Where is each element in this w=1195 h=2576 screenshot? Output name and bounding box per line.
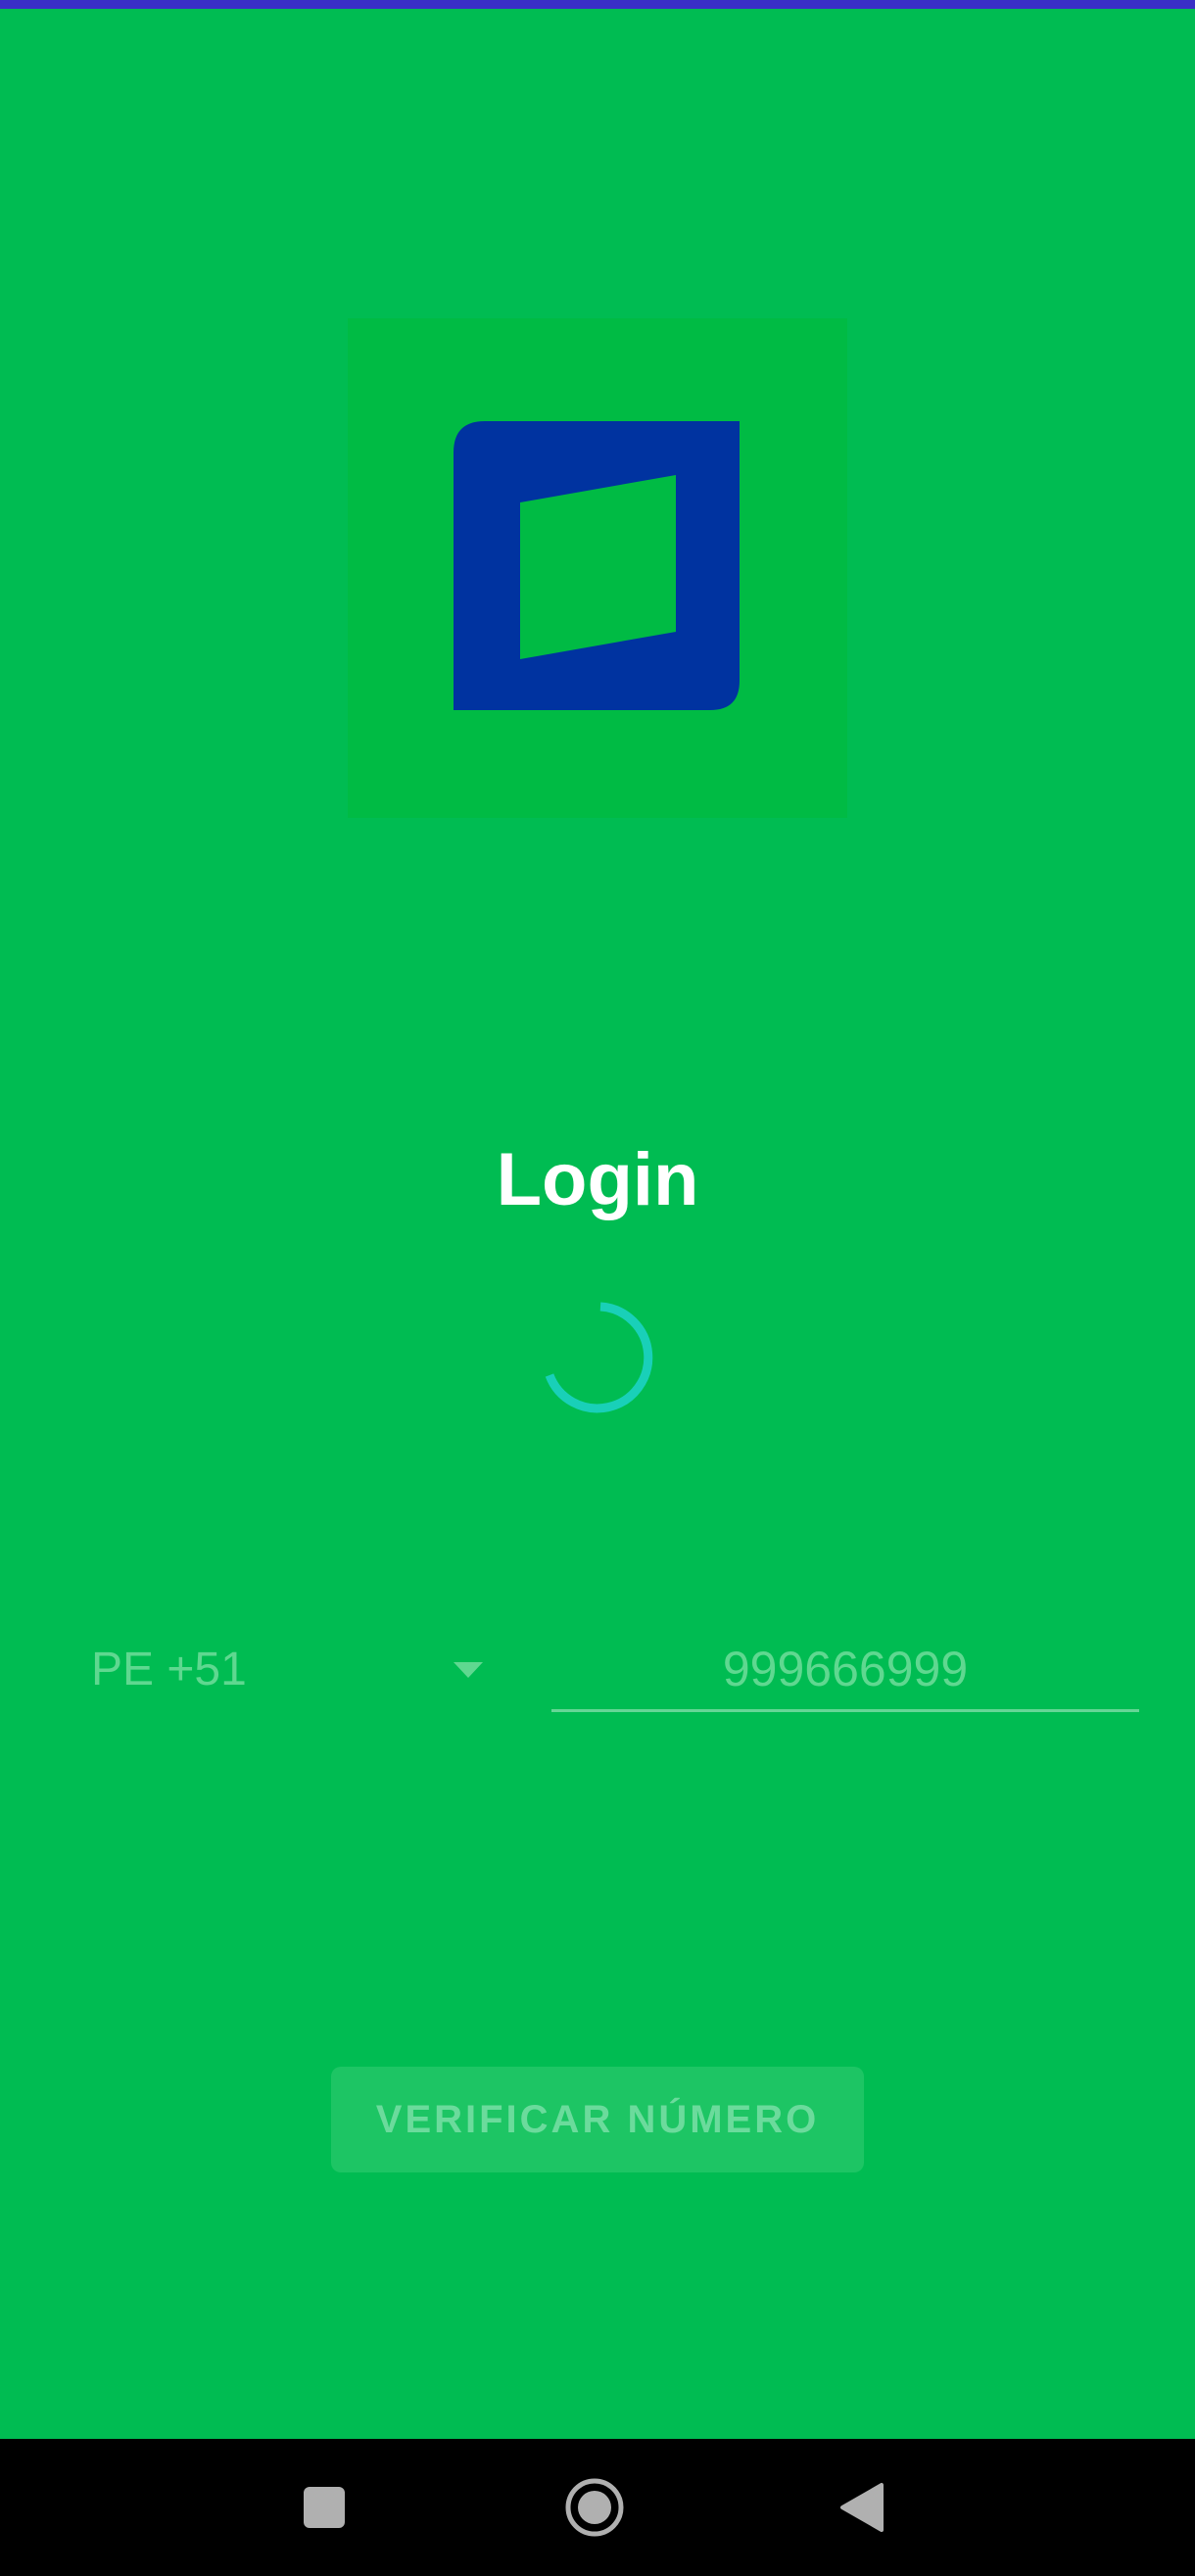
page-title: Login (496, 1138, 699, 1221)
country-code-value: PE +51 (91, 1644, 247, 1695)
recents-icon (304, 2487, 345, 2528)
home-icon (565, 2478, 624, 2537)
back-icon (840, 2483, 884, 2532)
back-button[interactable] (813, 2458, 911, 2556)
verify-number-button[interactable]: VERIFICAR NÚMERO (331, 2067, 864, 2172)
recents-button[interactable] (275, 2458, 373, 2556)
app-logo (348, 318, 847, 818)
chevron-down-icon (454, 1662, 483, 1678)
status-bar (0, 0, 1195, 9)
login-screen: Login PE +51 VERIFICAR NÚMERO (0, 0, 1195, 2576)
home-button[interactable] (546, 2458, 644, 2556)
phone-number-input[interactable] (551, 1631, 1139, 1707)
phone-number-field[interactable] (551, 1631, 1139, 1712)
loading-spinner (542, 1299, 659, 1416)
navigation-bar (0, 2439, 1195, 2576)
logo-icon (454, 421, 740, 710)
country-code-select[interactable]: PE +51 (91, 1631, 493, 1709)
